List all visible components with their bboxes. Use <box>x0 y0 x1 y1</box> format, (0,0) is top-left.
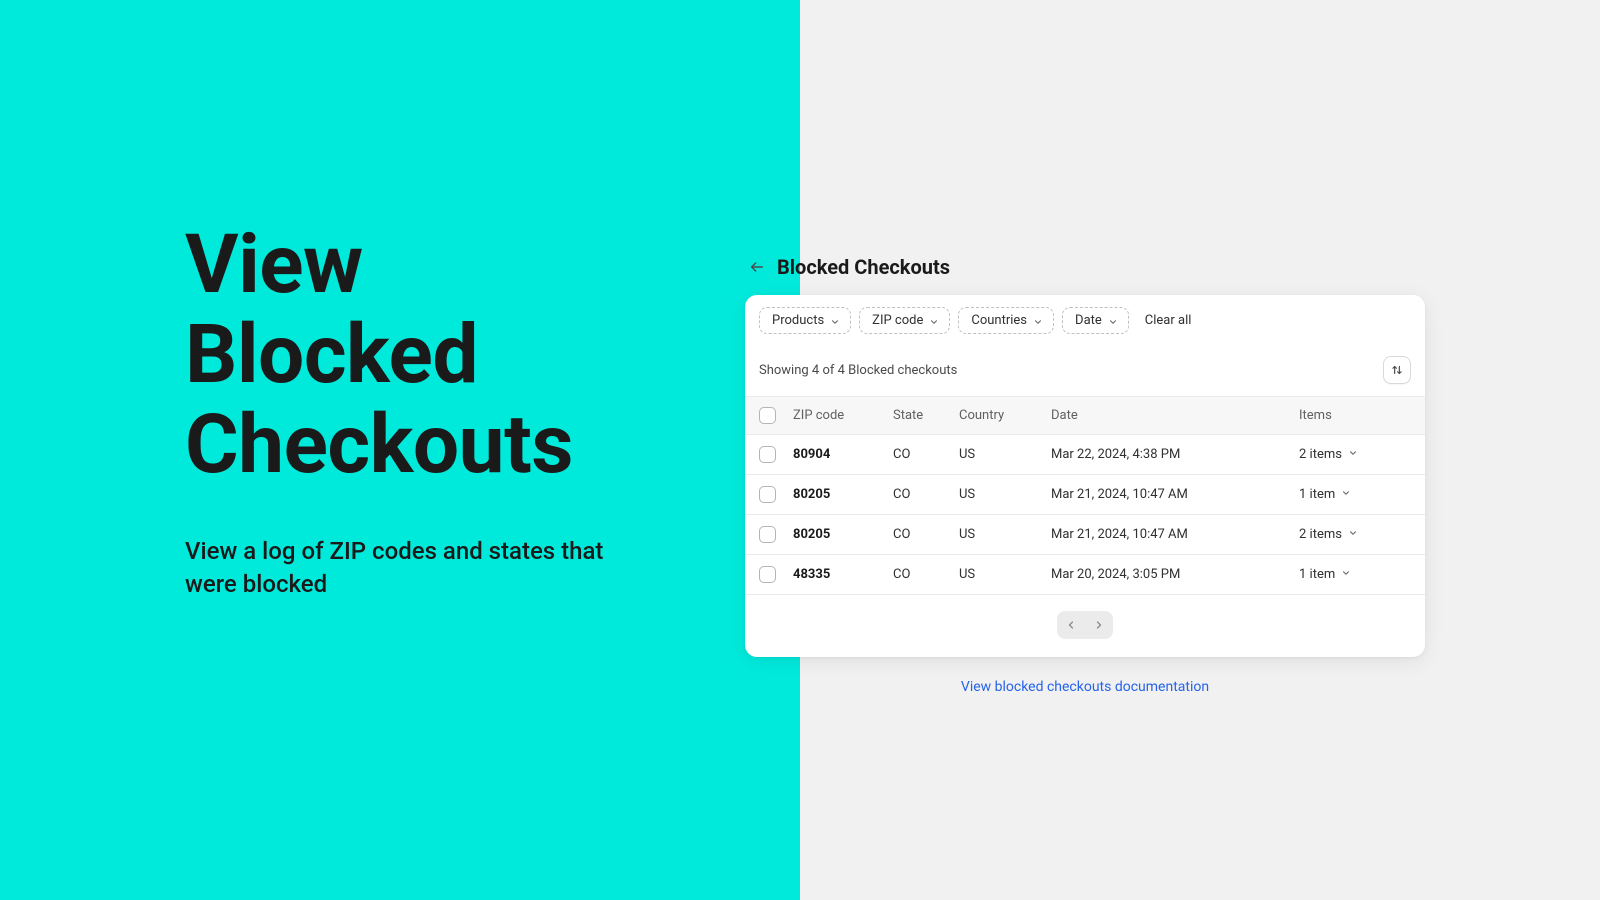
cell-state: CO <box>893 567 959 582</box>
cell-country: US <box>959 567 1051 582</box>
chevron-down-icon <box>1348 527 1358 542</box>
cell-zip: 48335 <box>793 567 893 582</box>
cell-state: CO <box>893 447 959 462</box>
cell-date: Mar 21, 2024, 10:47 AM <box>1051 527 1299 542</box>
cell-state: CO <box>893 527 959 542</box>
filter-countries-label: Countries <box>971 313 1027 328</box>
table-row: 80904COUSMar 22, 2024, 4:38 PM2 items <box>745 435 1425 475</box>
hero-title: View Blocked Checkouts <box>185 220 800 491</box>
filter-products-label: Products <box>772 313 824 328</box>
card: Products ZIP code Countries Date <box>745 295 1425 657</box>
col-header-items: Items <box>1299 408 1411 423</box>
filter-date[interactable]: Date <box>1062 307 1129 334</box>
hero-subtitle: View a log of ZIP codes and states that … <box>185 535 605 602</box>
table-header-row: ZIP code State Country Date Items <box>745 396 1425 435</box>
chevron-down-icon <box>830 316 840 326</box>
chevron-down-icon <box>1108 316 1118 326</box>
summary-text: Showing 4 of 4 Blocked checkouts <box>759 363 957 378</box>
filter-bar: Products ZIP code Countries Date <box>745 295 1425 346</box>
cell-zip: 80205 <box>793 527 893 542</box>
chevron-right-icon <box>1093 619 1105 631</box>
clear-all-button[interactable]: Clear all <box>1145 313 1192 328</box>
documentation-link[interactable]: View blocked checkouts documentation <box>961 679 1209 695</box>
cell-country: US <box>959 447 1051 462</box>
back-arrow-icon[interactable] <box>749 259 765 275</box>
col-header-date: Date <box>1051 408 1299 423</box>
table-body: 80904COUSMar 22, 2024, 4:38 PM2 items802… <box>745 435 1425 595</box>
items-expander[interactable]: 2 items <box>1299 447 1411 462</box>
cell-zip: 80904 <box>793 447 893 462</box>
filter-zipcode-label: ZIP code <box>872 313 923 328</box>
cell-country: US <box>959 527 1051 542</box>
cell-items: 1 item <box>1299 567 1335 582</box>
col-header-country: Country <box>959 408 1051 423</box>
chevron-left-icon <box>1065 619 1077 631</box>
hero-panel: View Blocked Checkouts View a log of ZIP… <box>0 0 800 900</box>
doc-link-wrapper: View blocked checkouts documentation <box>745 679 1425 695</box>
page-title: Blocked Checkouts <box>777 255 950 279</box>
cell-state: CO <box>893 487 959 502</box>
hero-title-line-2: Blocked <box>185 310 800 400</box>
select-all-checkbox[interactable] <box>759 407 776 424</box>
sort-button[interactable] <box>1383 356 1411 384</box>
chevron-down-icon <box>1033 316 1043 326</box>
row-checkbox[interactable] <box>759 486 776 503</box>
pager <box>1057 611 1113 639</box>
table-row: 48335COUSMar 20, 2024, 3:05 PM1 item <box>745 555 1425 595</box>
hero-title-line-1: View <box>185 220 800 310</box>
summary-bar: Showing 4 of 4 Blocked checkouts <box>745 346 1425 396</box>
cell-items: 2 items <box>1299 527 1342 542</box>
cell-items: 1 item <box>1299 487 1335 502</box>
main-panel: Blocked Checkouts Products ZIP code Coun… <box>745 255 1425 695</box>
chevron-down-icon <box>1341 487 1351 502</box>
sort-icon <box>1390 363 1404 377</box>
row-checkbox[interactable] <box>759 566 776 583</box>
row-checkbox[interactable] <box>759 446 776 463</box>
items-expander[interactable]: 1 item <box>1299 487 1411 502</box>
filter-countries[interactable]: Countries <box>958 307 1054 334</box>
col-header-zip: ZIP code <box>793 408 893 423</box>
hero-title-line-3: Checkouts <box>185 400 800 490</box>
col-header-state: State <box>893 408 959 423</box>
cell-date: Mar 22, 2024, 4:38 PM <box>1051 447 1299 462</box>
cell-date: Mar 21, 2024, 10:47 AM <box>1051 487 1299 502</box>
page-header: Blocked Checkouts <box>749 255 1425 279</box>
items-expander[interactable]: 1 item <box>1299 567 1411 582</box>
filter-products[interactable]: Products <box>759 307 851 334</box>
chevron-down-icon <box>1348 447 1358 462</box>
filter-date-label: Date <box>1075 313 1102 328</box>
table-row: 80205COUSMar 21, 2024, 10:47 AM2 items <box>745 515 1425 555</box>
cell-country: US <box>959 487 1051 502</box>
chevron-down-icon <box>1341 567 1351 582</box>
next-page-button[interactable] <box>1085 611 1113 639</box>
chevron-down-icon <box>929 316 939 326</box>
items-expander[interactable]: 2 items <box>1299 527 1411 542</box>
prev-page-button[interactable] <box>1057 611 1085 639</box>
table-row: 80205COUSMar 21, 2024, 10:47 AM1 item <box>745 475 1425 515</box>
filter-zipcode[interactable]: ZIP code <box>859 307 950 334</box>
pagination <box>745 595 1425 657</box>
cell-date: Mar 20, 2024, 3:05 PM <box>1051 567 1299 582</box>
row-checkbox[interactable] <box>759 526 776 543</box>
cell-items: 2 items <box>1299 447 1342 462</box>
cell-zip: 80205 <box>793 487 893 502</box>
